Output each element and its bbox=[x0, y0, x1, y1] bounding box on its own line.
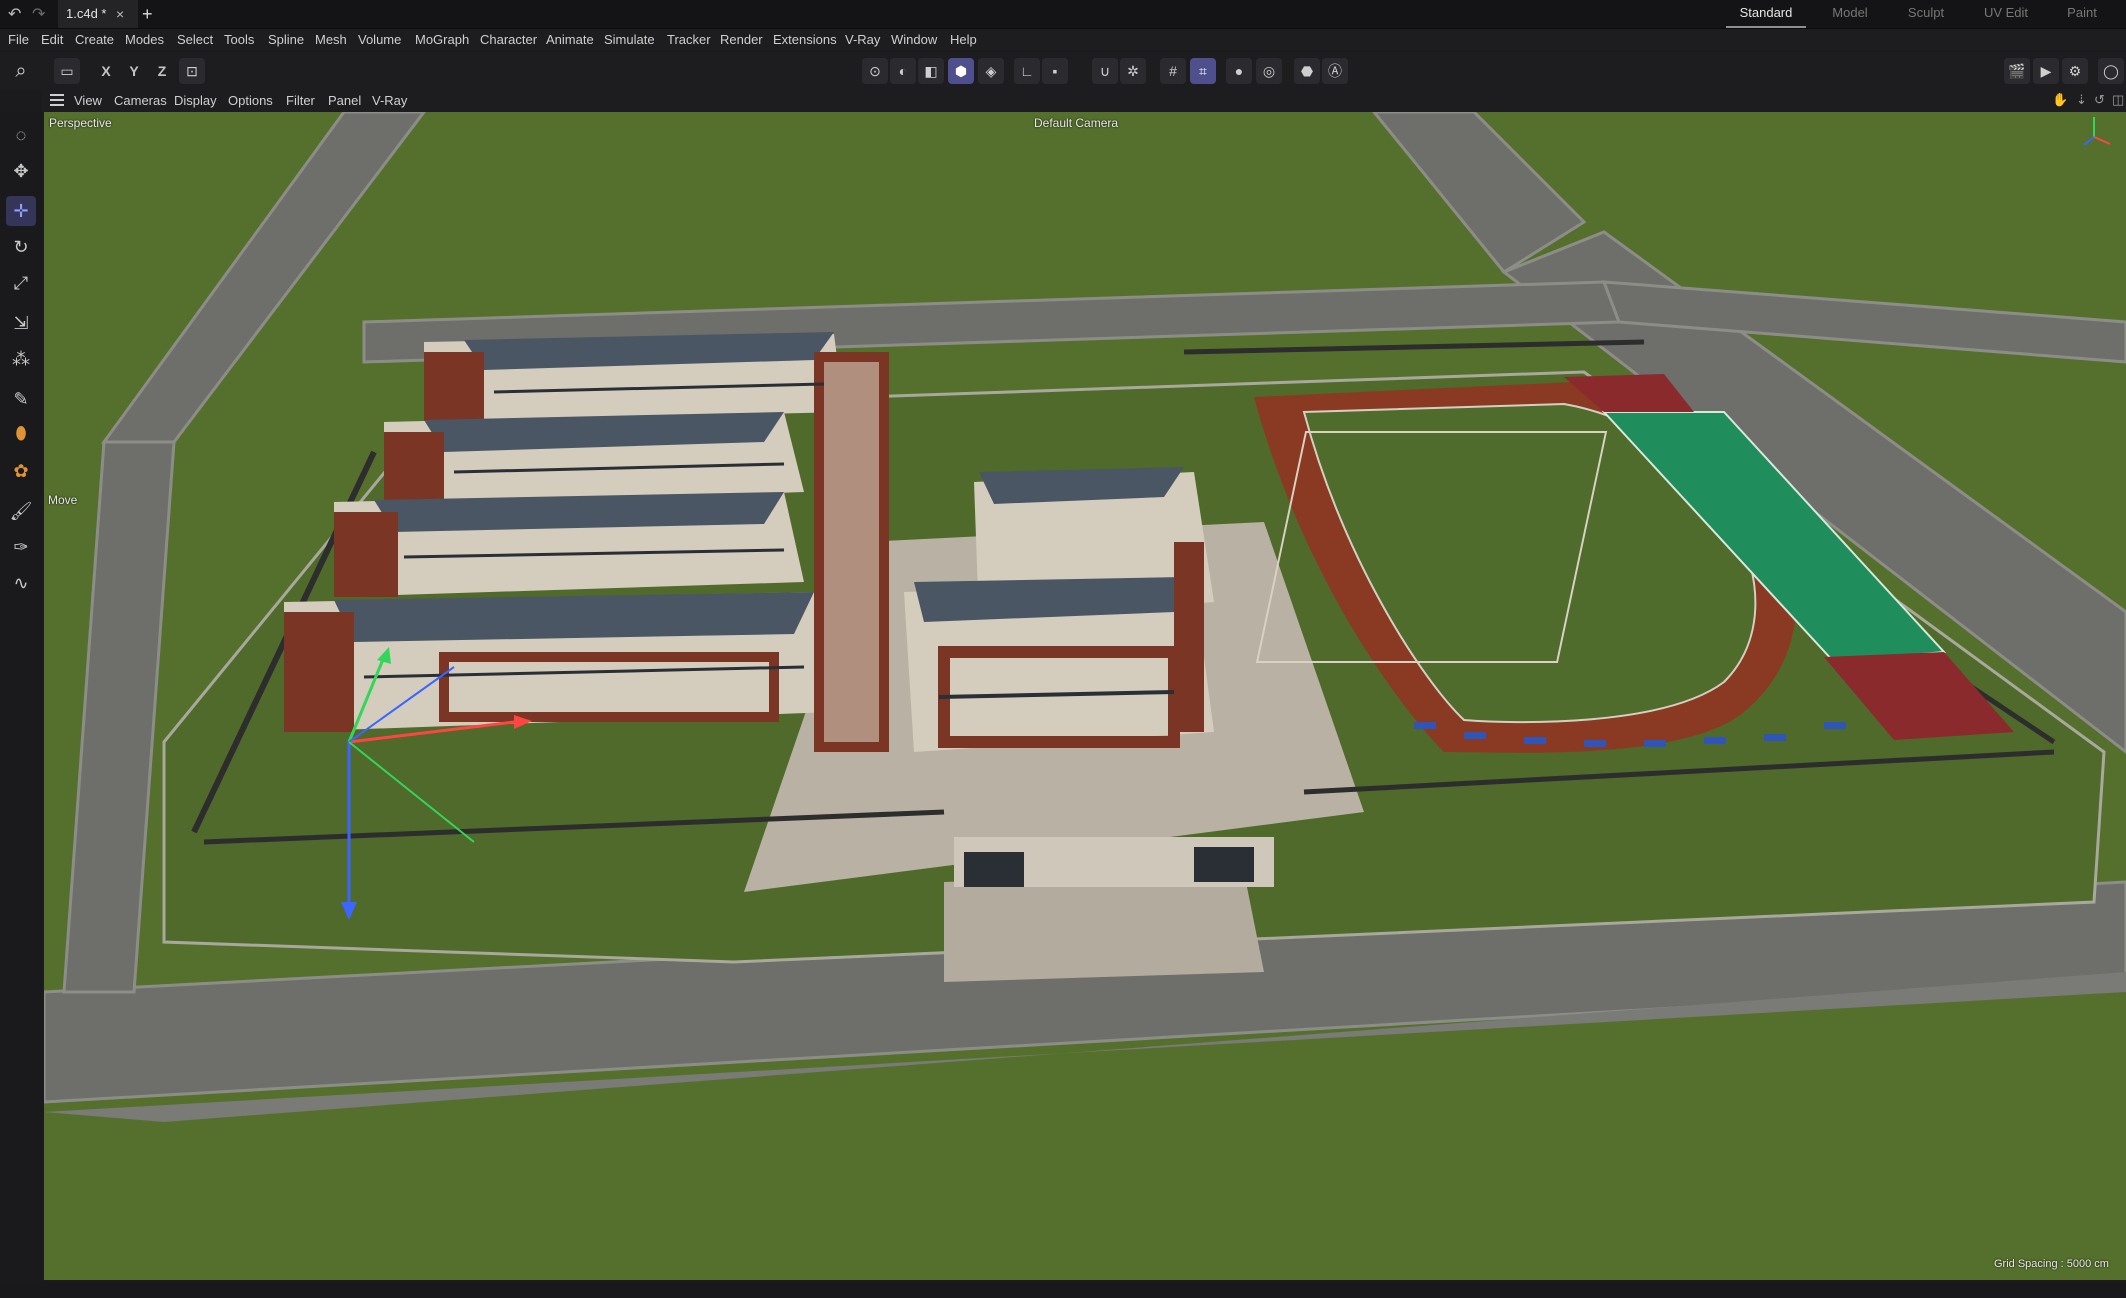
snap-magnet-icon[interactable]: ∪ bbox=[1092, 58, 1118, 84]
soft-selection-icon[interactable]: ● bbox=[1226, 58, 1252, 84]
smooth-brush-icon[interactable]: ✑ bbox=[6, 532, 36, 562]
scale-tool-icon[interactable]: ⤢ bbox=[6, 268, 36, 298]
paint-tool-icon[interactable]: ✿ bbox=[6, 456, 36, 486]
entrance-gate bbox=[954, 837, 1274, 887]
undo-icon[interactable]: ↶ bbox=[8, 4, 21, 24]
layout-tab-uv-edit[interactable]: UV Edit bbox=[1966, 0, 2046, 26]
object-icon[interactable]: ⬣ bbox=[1294, 58, 1320, 84]
vp-menu-display[interactable]: Display bbox=[174, 90, 217, 112]
new-tab-icon[interactable]: + bbox=[142, 0, 153, 28]
menu-select[interactable]: Select bbox=[177, 29, 213, 51]
viewport-menu: View Cameras Display Options Filter Pane… bbox=[42, 90, 2126, 112]
axis-z-toggle[interactable]: Z bbox=[149, 58, 175, 84]
coordinate-system-icon[interactable]: ⊡ bbox=[179, 58, 205, 84]
scene-render bbox=[44, 112, 2126, 1280]
menu-tracker[interactable]: Tracker bbox=[667, 29, 711, 51]
layout-tab-model[interactable]: Model bbox=[1810, 0, 1890, 26]
menu-animate[interactable]: Animate bbox=[546, 29, 594, 51]
camera-name[interactable]: Default Camera bbox=[1034, 116, 1118, 130]
selection-tool-icon[interactable]: ◌ bbox=[6, 120, 36, 150]
snap-settings-icon[interactable]: ✲ bbox=[1120, 58, 1146, 84]
menu-edit[interactable]: Edit bbox=[41, 29, 63, 51]
menu-tools[interactable]: Tools bbox=[224, 29, 254, 51]
menu-modes[interactable]: Modes bbox=[125, 29, 164, 51]
workplane-grid-icon[interactable]: ⌗ bbox=[1190, 58, 1216, 84]
points-mode-icon[interactable]: ⊙ bbox=[862, 58, 888, 84]
vp-menu-panel[interactable]: Panel bbox=[328, 90, 361, 112]
workplane-icon[interactable]: ∟ bbox=[1014, 58, 1040, 84]
brush-icon[interactable]: 🖌 bbox=[6, 496, 36, 526]
menu-mesh[interactable]: Mesh bbox=[315, 29, 347, 51]
interactive-render-icon[interactable]: ◯ bbox=[2098, 58, 2124, 84]
model-mode-icon[interactable]: ⬢ bbox=[948, 58, 974, 84]
vp-menu-options[interactable]: Options bbox=[228, 90, 273, 112]
move-tool-icon[interactable]: ✛ bbox=[6, 196, 36, 226]
magnet-brush-icon[interactable]: ∿ bbox=[6, 568, 36, 598]
spline-sketch-icon[interactable]: ⬮ bbox=[6, 418, 36, 448]
main-toolbar: ⌕ ▭ X Y Z ⊡ ⊙ ◐ ◧ ⬢ ◈ ∟ ▪ ∪ ✲ # ⌗ ● ◎ ⬣ … bbox=[0, 52, 2126, 90]
layout-tab-paint[interactable]: Paint bbox=[2042, 0, 2122, 26]
rotate-tool-icon[interactable]: ↻ bbox=[6, 232, 36, 262]
vp-menu-vray[interactable]: V-Ray bbox=[372, 90, 407, 112]
transfer-tool-icon[interactable]: ⇲ bbox=[6, 308, 36, 338]
spline-pen-icon[interactable]: ✎ bbox=[6, 384, 36, 414]
3d-viewport[interactable]: Perspective Default Camera Move Grid Spa… bbox=[44, 112, 2126, 1280]
active-tool-label: Move bbox=[48, 493, 78, 507]
render-to-picture-viewer-icon[interactable]: ▶ bbox=[2033, 58, 2059, 84]
vp-menu-view[interactable]: View bbox=[74, 90, 102, 112]
layout-tab-standard[interactable]: Standard bbox=[1726, 0, 1806, 28]
menu-vray[interactable]: V-Ray bbox=[845, 29, 880, 51]
dolly-view-icon[interactable]: ⇣ bbox=[2076, 92, 2087, 108]
grid-spacing-readout: Grid Spacing : 5000 cm bbox=[1994, 1258, 2109, 1270]
menu-bar: File Edit Create Modes Select Tools Spli… bbox=[0, 29, 2126, 51]
view-name: Perspective bbox=[49, 116, 112, 130]
menu-create[interactable]: Create bbox=[75, 29, 114, 51]
menu-simulate[interactable]: Simulate bbox=[604, 29, 655, 51]
undo-view-icon[interactable]: ▭ bbox=[54, 58, 80, 84]
document-tab[interactable]: 1.c4d * bbox=[58, 0, 138, 28]
rotate-view-icon[interactable]: ↺ bbox=[2094, 92, 2105, 108]
render-settings-icon[interactable]: ⚙ bbox=[2062, 58, 2088, 84]
texture-mode-icon[interactable]: ◈ bbox=[978, 58, 1004, 84]
pan-view-icon[interactable]: ✋ bbox=[2052, 92, 2068, 108]
menu-spline[interactable]: Spline bbox=[268, 29, 304, 51]
menu-volume[interactable]: Volume bbox=[358, 29, 401, 51]
menu-extensions[interactable]: Extensions bbox=[773, 29, 837, 51]
toggle-layout-icon[interactable]: ◫ bbox=[2112, 92, 2124, 108]
menu-file[interactable]: File bbox=[8, 29, 29, 51]
redo-icon[interactable]: ↷ bbox=[32, 4, 45, 24]
menu-render[interactable]: Render bbox=[720, 29, 763, 51]
live-selection-icon[interactable]: ✥ bbox=[6, 156, 36, 186]
auto-key-icon[interactable]: Ⓐ bbox=[1322, 58, 1348, 84]
polygons-mode-icon[interactable]: ◧ bbox=[918, 58, 944, 84]
grid-icon[interactable]: # bbox=[1160, 58, 1186, 84]
menu-mograph[interactable]: MoGraph bbox=[415, 29, 469, 51]
symmetry-icon[interactable]: ◎ bbox=[1256, 58, 1282, 84]
viewport-menu-icon[interactable] bbox=[50, 94, 64, 108]
bottom-panel-edge bbox=[0, 1282, 2126, 1298]
tool-palette: ◌ ✥ ✛ ↻ ⤢ ⇲ ⁂ ✎ ⬮ ✿ 🖌 ✑ ∿ bbox=[0, 112, 42, 1282]
edges-mode-icon[interactable]: ◐ bbox=[890, 58, 916, 84]
menu-help[interactable]: Help bbox=[950, 29, 977, 51]
placement-tool-icon[interactable]: ⁂ bbox=[6, 344, 36, 374]
menu-character[interactable]: Character bbox=[480, 29, 537, 51]
close-tab-icon[interactable]: × bbox=[116, 0, 124, 28]
search-icon[interactable]: ⌕ bbox=[8, 58, 34, 84]
layout-tab-sculpt[interactable]: Sculpt bbox=[1886, 0, 1966, 26]
render-view-icon[interactable]: 🎬 bbox=[2004, 58, 2030, 84]
axis-y-toggle[interactable]: Y bbox=[121, 58, 147, 84]
axis-x-toggle[interactable]: X bbox=[93, 58, 119, 84]
axis-mode-icon[interactable]: ▪ bbox=[1042, 58, 1068, 84]
title-bar: ↶ ↷ 1.c4d * × + Standard Model Sculpt UV… bbox=[0, 0, 2126, 29]
vp-menu-filter[interactable]: Filter bbox=[286, 90, 315, 112]
entrance-plaza bbox=[944, 872, 1264, 982]
vp-menu-cameras[interactable]: Cameras bbox=[114, 90, 167, 112]
menu-window[interactable]: Window bbox=[891, 29, 937, 51]
